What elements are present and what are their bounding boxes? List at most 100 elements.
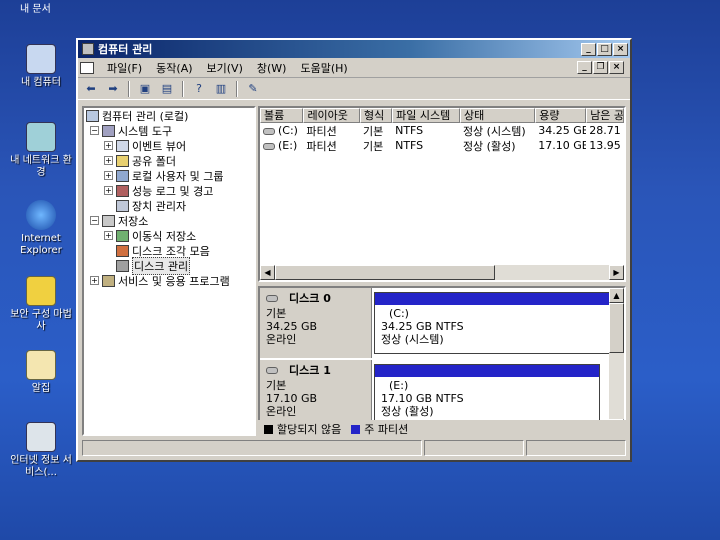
column-header-layout[interactable]: 레이아웃 [303,108,360,123]
collapse-icon[interactable]: − [90,126,99,135]
volume-list-header: 볼륨 레이아웃 형식 파일 시스템 상태 용량 남은 공 [260,108,624,123]
tree-item-local-users[interactable]: + 로컬 사용자 및 그룹 [84,168,254,183]
status-bar [82,440,626,458]
desktop-icon-security-wizard[interactable]: 보안 구성 마법사 [8,276,74,333]
maximize-button[interactable]: □ [597,42,612,56]
menu-view[interactable]: 보기(V) [200,60,250,76]
menu-file[interactable]: 파일(F) [100,60,149,76]
volume-icon [263,127,275,135]
menu-help[interactable]: 도움말(H) [293,60,354,76]
tree-item-performance-logs[interactable]: + 성능 로그 및 경고 [84,183,254,198]
child-minimize-button[interactable]: _ [577,61,592,74]
child-restore-button[interactable]: ❐ [593,61,608,74]
title-bar[interactable]: 컴퓨터 관리 _ □ × [78,40,630,58]
tree-item-storage[interactable]: − 저장소 [84,213,254,228]
column-header-status[interactable]: 상태 [459,108,536,123]
console-tree: 컴퓨터 관리 (로컬) − 시스템 도구 + 이벤트 뷰어 + 공유 폴더 + … [82,106,256,436]
table-row[interactable]: (E:) 파티션 기본 NTFS 정상 (활성) 17.10 GB 13.95 … [260,138,624,153]
legend-unallocated: 할당되지 않음 [277,423,342,436]
event-viewer-icon [116,139,129,152]
status-pane-3 [526,440,626,456]
tree-item-removable-storage[interactable]: + 이동식 저장소 [84,228,254,243]
toolbar-separator [128,80,130,97]
up-folder-icon[interactable]: ▣ [136,81,154,97]
computer-management-window: 컴퓨터 관리 _ □ × 파일(F) 동작(A) 보기(V) 창(W) 도움말(… [76,38,632,462]
defrag-icon [116,244,129,257]
details-pane: 볼륨 레이아웃 형식 파일 시스템 상태 용량 남은 공 (C:) 파티션 기본… [258,106,626,438]
scroll-right-icon[interactable]: ▶ [609,265,624,280]
status-pane-1 [82,440,422,456]
vertical-scrollbar[interactable]: ▲ ▼ [609,288,624,434]
partition-c[interactable]: (C:) 34.25 GB NTFS 정상 (시스템) [374,292,618,354]
scroll-left-icon[interactable]: ◀ [260,265,275,280]
primary-partition-swatch [351,424,361,434]
expand-icon[interactable]: + [104,186,113,195]
volume-icon [263,142,275,150]
computer-management-icon [86,109,99,122]
disk-icon [266,295,278,302]
tree-item-event-viewer[interactable]: + 이벤트 뷰어 [84,138,254,153]
help-icon[interactable]: ? [190,81,208,97]
desktop-icon-alzip[interactable]: 알집 [8,350,74,395]
column-header-capacity[interactable]: 용량 [535,108,587,123]
disk-0-info[interactable]: 디스크 0 기본 34.25 GB 온라인 [260,288,372,358]
expand-icon[interactable]: + [104,141,113,150]
desktop-icon-network[interactable]: 내 네트워크 환경 [8,122,74,179]
content-area: 컴퓨터 관리 (로컬) − 시스템 도구 + 이벤트 뷰어 + 공유 폴더 + … [82,106,626,438]
tools-icon [102,124,115,137]
tree-item-system-tools[interactable]: − 시스템 도구 [84,123,254,138]
expand-icon[interactable]: + [104,231,113,240]
menu-action[interactable]: 동작(A) [149,60,199,76]
child-close-button[interactable]: × [609,61,624,74]
services-icon [102,274,115,287]
horizontal-scrollbar[interactable]: ◀ ▶ [260,265,624,280]
security-wizard-icon [26,276,56,306]
expand-icon[interactable]: + [90,276,99,285]
show-tree-icon[interactable]: ▤ [158,81,176,97]
expand-icon[interactable]: + [104,156,113,165]
scroll-thumb[interactable] [609,303,624,353]
column-header-volume[interactable]: 볼륨 [260,108,304,123]
collapse-icon[interactable]: − [90,216,99,225]
desktop-icon-internet-explorer[interactable]: Internet Explorer [8,200,74,257]
minimize-button[interactable]: _ [581,42,596,56]
legend-bar: 할당되지 않음 주 파티션 [258,420,626,438]
toolbar-separator [236,80,238,97]
settings-icon[interactable]: ✎ [244,81,262,97]
scroll-up-icon[interactable]: ▲ [609,288,624,303]
expand-icon[interactable]: + [104,171,113,180]
tree-item-root[interactable]: 컴퓨터 관리 (로컬) [84,108,254,123]
document-icon [80,61,94,74]
desktop-icon-iis[interactable]: 인터넷 정보 서비스(... [8,422,74,479]
column-header-type[interactable]: 형식 [359,108,393,123]
legend-primary: 주 파티션 [364,423,409,436]
ie-icon [26,200,56,230]
tree-item-shared-folders[interactable]: + 공유 폴더 [84,153,254,168]
column-header-free[interactable]: 남은 공 [586,108,624,123]
computer-icon [26,44,56,74]
shared-folder-icon [116,154,129,167]
window-title: 컴퓨터 관리 [98,43,153,56]
device-manager-icon [116,199,129,212]
desktop-top-label: 내 문서 [20,4,51,15]
menu-window[interactable]: 창(W) [250,60,294,76]
storage-icon [102,214,115,227]
users-icon [116,169,129,182]
partition-e[interactable]: (E:) 17.10 GB NTFS 정상 (활성) [374,364,600,426]
tree-item-services-apps[interactable]: + 서비스 및 응용 프로그램 [84,273,254,288]
scroll-thumb[interactable] [275,265,495,280]
tree-item-disk-management[interactable]: 디스크 관리 [84,256,254,275]
forward-arrow-icon[interactable]: ➡ [104,81,122,97]
table-row[interactable]: (C:) 파티션 기본 NTFS 정상 (시스템) 34.25 GB 28.71… [260,123,624,138]
disk-graphical-view: 디스크 0 기본 34.25 GB 온라인 (C:) 34.25 GB NTFS… [258,286,626,436]
disk-0-block[interactable]: 디스크 0 기본 34.25 GB 온라인 (C:) 34.25 GB NTFS… [260,288,618,358]
properties-icon[interactable]: ▥ [212,81,230,97]
column-header-filesystem[interactable]: 파일 시스템 [392,108,460,123]
close-button[interactable]: × [613,42,628,56]
performance-icon [116,184,129,197]
desktop-icon-my-computer[interactable]: 내 컴퓨터 [8,44,74,89]
primary-partition-bar [375,365,599,377]
disk-management-icon [116,259,129,272]
tree-item-device-manager[interactable]: 장치 관리자 [84,198,254,213]
back-arrow-icon[interactable]: ⬅ [82,81,100,97]
